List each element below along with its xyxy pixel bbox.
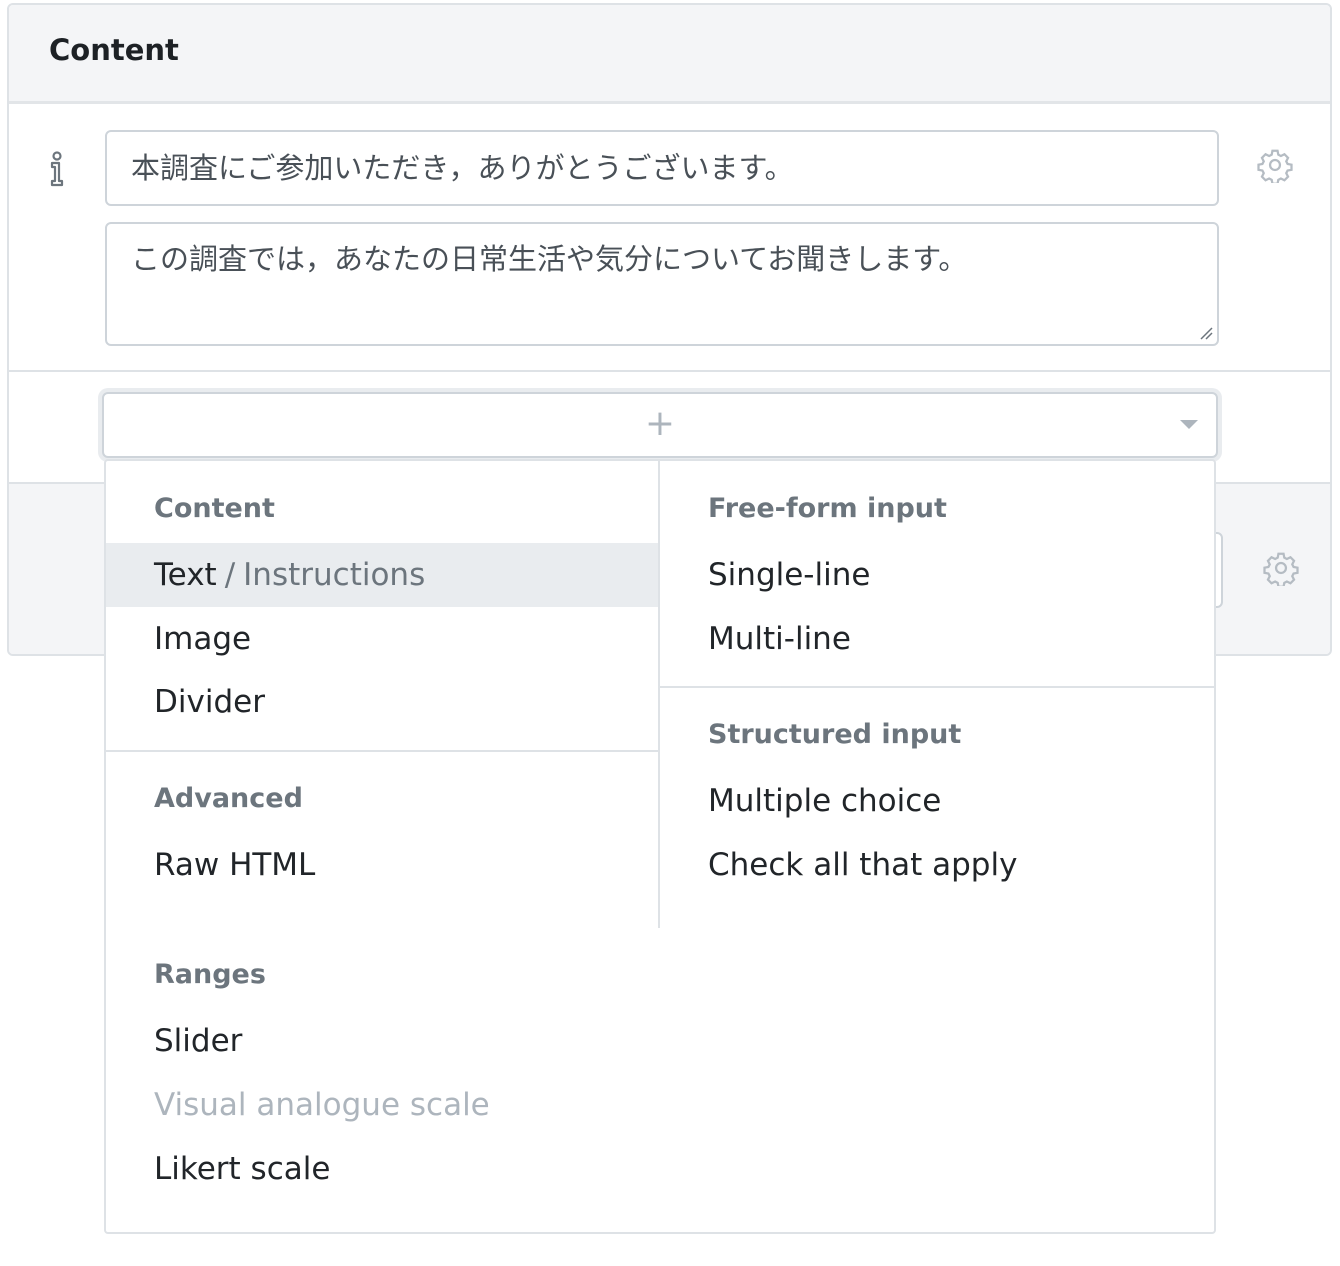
menu-item-slider[interactable]: Slider — [154, 1009, 242, 1073]
menu-item-divider[interactable]: Divider — [154, 670, 265, 734]
resize-handle-icon[interactable] — [1199, 326, 1213, 340]
menu-item-raw-html[interactable]: Raw HTML — [154, 833, 315, 897]
group-separator — [106, 750, 658, 752]
menu-item-image[interactable]: Image — [154, 607, 251, 671]
menu-item-visual-analogue-scale: Visual analogue scale — [154, 1087, 490, 1123]
gear-icon[interactable] — [1263, 550, 1299, 586]
menu-item-single-line[interactable]: Single-line — [708, 543, 870, 607]
add-element-select[interactable]: + — [102, 392, 1218, 458]
menu-item-sublabel: Instructions — [243, 557, 426, 593]
gear-icon[interactable] — [1257, 147, 1293, 183]
add-element-menu: Content Text / Instructions Image Divider … — [104, 459, 1216, 1234]
menu-item-label: Text — [154, 557, 217, 593]
menu-item-text[interactable]: Text / Instructions — [106, 543, 658, 607]
menu-item-separator: / — [224, 557, 236, 593]
menu-item-likert-scale[interactable]: Likert scale — [154, 1137, 330, 1201]
chevron-down-icon — [1180, 420, 1198, 429]
menu-item-check-all[interactable]: Check all that apply — [708, 833, 1017, 897]
column-divider — [658, 461, 660, 928]
group-header-freeform: Free-form input — [708, 493, 947, 524]
card-title: Content — [49, 33, 179, 67]
group-header-structured: Structured input — [708, 719, 962, 750]
group-header-content: Content — [154, 493, 275, 524]
section-divider — [9, 370, 1330, 372]
group-header-ranges: Ranges — [154, 959, 266, 990]
body-text: この調査では，あなたの日常生活や気分についてお聞きします。 — [131, 242, 968, 276]
info-icon — [50, 151, 64, 187]
group-separator — [660, 686, 1214, 688]
title-input[interactable]: 本調査にご参加いただき，ありがとうございます。 — [105, 130, 1219, 206]
group-header-advanced: Advanced — [154, 783, 303, 814]
card-header: Content — [9, 5, 1330, 104]
body-textarea[interactable]: この調査では，あなたの日常生活や気分についてお聞きします。 — [105, 222, 1219, 346]
menu-item-multi-line[interactable]: Multi-line — [708, 607, 851, 671]
plus-icon: + — [644, 403, 676, 444]
menu-item-multiple-choice[interactable]: Multiple choice — [708, 769, 941, 833]
